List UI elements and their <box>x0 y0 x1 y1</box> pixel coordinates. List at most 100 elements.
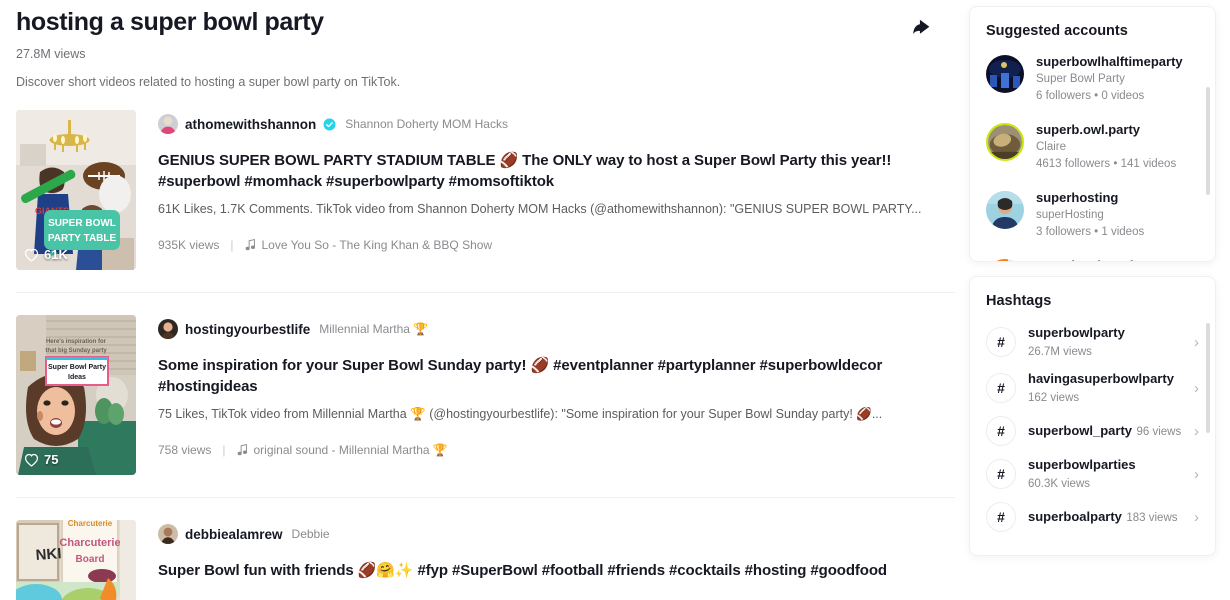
hashtag-item[interactable]: # superbowlparty 26.7M views › <box>970 319 1215 365</box>
video-meta: 758 views | original sound - Millennial … <box>158 443 955 457</box>
svg-text:Here's inspiration for: Here's inspiration for <box>46 339 107 345</box>
hashtag-icon: # <box>986 373 1016 403</box>
verified-badge-icon <box>323 118 336 130</box>
hashtag-info: superboalparty 183 views <box>1028 508 1182 526</box>
suggested-account-item[interactable]: superbowlwatchparty Bengals Vs Rams Live <box>970 253 1215 261</box>
account-info: superbowlhalftimeparty Super Bowl Party … <box>1036 53 1197 104</box>
suggested-account-item[interactable]: superb.owl.party Claire 4613 followers •… <box>970 117 1215 185</box>
author-handle[interactable]: debbiealamrew <box>185 527 283 542</box>
svg-text:Charcuterie: Charcuterie <box>59 537 120 549</box>
hashtags-scrollbar[interactable] <box>1206 323 1210 433</box>
video-details: debbiealamrew Debbie Super Bowl fun with… <box>158 520 955 600</box>
video-result-card[interactable]: Super Bowl Party Ideas Here's inspiratio… <box>16 315 955 498</box>
panel-spacer <box>969 262 1216 276</box>
hashtag-item[interactable]: # havingasuperbowlparty 162 views › <box>970 365 1215 411</box>
video-title[interactable]: Super Bowl fun with friends 🏈🤗✨ #fyp #Su… <box>158 560 955 581</box>
avatar <box>986 55 1024 93</box>
suggested-accounts-panel: Suggested accounts superbowlhalftimepart… <box>969 6 1216 262</box>
video-result-card[interactable]: GIANTS SUPER BOWL PARTY TABLE <box>16 110 955 293</box>
video-meta: 935K views | Love You So - The King Khan… <box>158 238 955 252</box>
tiktok-search-results-page: hosting a super bowl party 27.8M views D… <box>0 0 1230 600</box>
account-stats: 4613 followers • 141 videos <box>1036 158 1177 170</box>
account-info: superhosting superHosting 3 followers • … <box>1036 189 1197 240</box>
account-display-name: superHosting <box>1036 209 1104 221</box>
suggested-account-item[interactable]: superbowlhalftimeparty Super Bowl Party … <box>970 49 1215 117</box>
chevron-right-icon: › <box>1194 508 1199 526</box>
svg-text:SUPER BOWL: SUPER BOWL <box>48 218 116 229</box>
avatar-image <box>988 125 1022 159</box>
like-count-text: 61K <box>44 247 68 262</box>
like-count-text: 75 <box>44 452 59 467</box>
page-title: hosting a super bowl party <box>16 8 324 36</box>
heart-icon <box>24 453 39 467</box>
account-display-name: Claire <box>1036 141 1067 153</box>
account-stats: 6 followers • 0 videos <box>1036 90 1145 102</box>
hashtags-panel: Hashtags # superbowlparty 26.7M views › … <box>969 276 1216 556</box>
account-stats: 3 followers • 1 videos <box>1036 226 1145 238</box>
search-description: Discover short videos related to hosting… <box>16 75 401 89</box>
main-content-column: hosting a super bowl party 27.8M views D… <box>0 0 955 600</box>
author-row[interactable]: hostingyourbestlife Millennial Martha 🏆 <box>158 319 955 339</box>
hashtag-views: 60.3K views <box>1028 478 1091 490</box>
video-results-list: GIANTS SUPER BOWL PARTY TABLE <box>16 110 955 600</box>
hashtag-icon: # <box>986 327 1016 357</box>
hashtag-name: superbowlparties <box>1028 457 1136 472</box>
hashtag-views: 96 views <box>1136 426 1182 438</box>
music-note-icon <box>245 239 255 251</box>
avatar <box>158 524 178 544</box>
account-info: superb.owl.party Claire 4613 followers •… <box>1036 121 1197 172</box>
video-snippet: 61K Likes, 1.7K Comments. TikTok video f… <box>158 202 922 216</box>
video-snippet: 75 Likes, TikTok video from Millennial M… <box>158 407 883 421</box>
hashtag-name: superboalparty <box>1028 509 1122 524</box>
suggested-account-item[interactable]: superhosting superHosting 3 followers • … <box>970 185 1215 253</box>
account-handle: superbowlhalftimeparty <box>1036 54 1183 69</box>
avatar <box>986 123 1024 161</box>
account-handle: superbowlwatchparty <box>1036 257 1197 261</box>
suggested-accounts-scroll-area: superbowlhalftimeparty Super Bowl Party … <box>970 49 1215 261</box>
video-result-card[interactable]: NKIT Charcuterie Charcuterie Board debbi… <box>16 520 955 600</box>
hashtag-name: superbowl_party <box>1028 423 1133 438</box>
hashtag-item[interactable]: # superboalparty 183 views › <box>970 497 1215 537</box>
author-handle[interactable]: hostingyourbestlife <box>185 322 310 337</box>
author-display-name: Shannon Doherty MOM Hacks <box>345 117 508 131</box>
thumbnail-image: NKIT Charcuterie Charcuterie Board <box>16 520 136 600</box>
hashtag-item[interactable]: # superbowlparties 60.3K views › <box>970 451 1215 497</box>
video-details: hostingyourbestlife Millennial Martha 🏆 … <box>158 315 955 475</box>
hashtag-info: havingasuperbowlparty 162 views <box>1028 370 1182 406</box>
avatar <box>986 259 1024 261</box>
video-music[interactable]: Love You So - The King Khan & BBQ Show <box>245 238 492 252</box>
svg-text:PARTY TABLE: PARTY TABLE <box>48 233 117 244</box>
thumbnail-image: Super Bowl Party Ideas Here's inspiratio… <box>16 315 136 475</box>
author-display-name: Millennial Martha 🏆 <box>319 322 429 336</box>
svg-text:that big Sunday party: that big Sunday party <box>45 348 107 354</box>
svg-text:Charcuterie: Charcuterie <box>68 520 113 528</box>
hashtag-info: superbowl_party 96 views <box>1028 422 1182 440</box>
thumbnail-like-count: 75 <box>24 452 58 467</box>
video-thumbnail[interactable]: GIANTS SUPER BOWL PARTY TABLE <box>16 110 136 270</box>
video-music[interactable]: original sound - Millennial Martha 🏆 <box>237 443 448 457</box>
author-handle[interactable]: athomewithshannon <box>185 117 316 132</box>
chevron-right-icon: › <box>1194 465 1199 483</box>
thumbnail-like-count: 61K <box>24 247 68 262</box>
hashtag-info: superbowlparties 60.3K views <box>1028 456 1182 492</box>
avatar-image <box>158 319 178 339</box>
avatar-image <box>158 524 178 544</box>
video-thumbnail[interactable]: Super Bowl Party Ideas Here's inspiratio… <box>16 315 136 475</box>
hashtag-item[interactable]: # superbowl_party 96 views › <box>970 411 1215 451</box>
video-view-count: 758 views <box>158 443 212 457</box>
svg-text:Board: Board <box>76 554 105 565</box>
video-title[interactable]: Some inspiration for your Super Bowl Sun… <box>158 355 955 397</box>
hashtag-info: superbowlparty 26.7M views <box>1028 324 1182 360</box>
svg-text:Super Bowl Party: Super Bowl Party <box>48 364 106 371</box>
account-handle: superb.owl.party <box>1036 122 1141 137</box>
video-thumbnail[interactable]: NKIT Charcuterie Charcuterie Board <box>16 520 136 600</box>
author-row[interactable]: athomewithshannon Shannon Doherty MOM Ha… <box>158 114 955 134</box>
music-note-icon <box>237 444 247 456</box>
hashtag-views: 26.7M views <box>1028 346 1092 358</box>
svg-text:Ideas: Ideas <box>68 374 86 381</box>
suggested-accounts-scrollbar[interactable] <box>1206 87 1210 195</box>
video-title[interactable]: GENIUS SUPER BOWL PARTY STADIUM TABLE 🏈 … <box>158 150 955 192</box>
share-arrow-icon[interactable] <box>907 13 935 41</box>
total-views-count: 27.8M views <box>16 47 86 61</box>
author-row[interactable]: debbiealamrew Debbie <box>158 524 955 544</box>
